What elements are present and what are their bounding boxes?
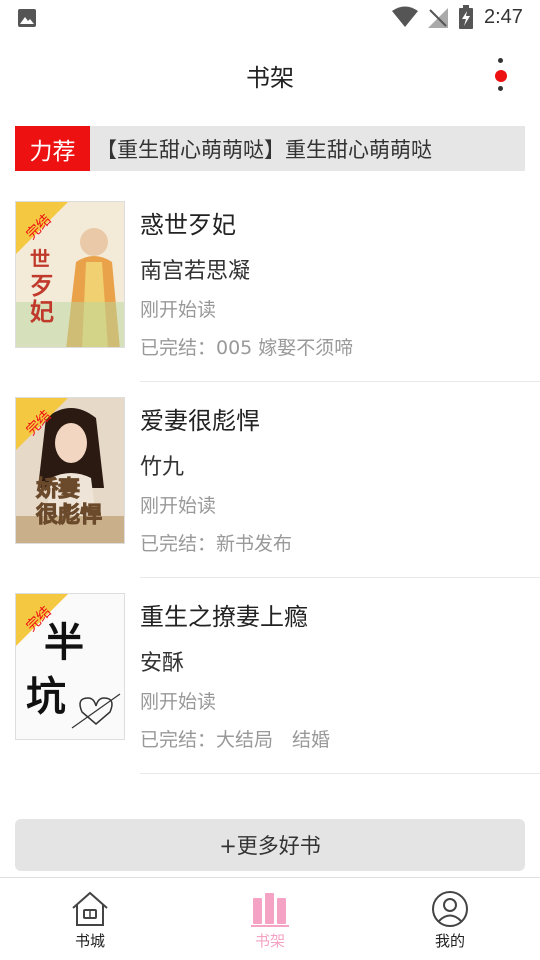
nav-label: 书架 xyxy=(254,932,285,950)
book-status: 已完结：005 嫁娶不须啼 xyxy=(140,337,354,359)
book-cover[interactable]: 完结 世 歹 妃 xyxy=(15,201,125,348)
notification-dot xyxy=(495,70,507,82)
book-status: 已完结：大结局 结婚 xyxy=(140,729,331,751)
book-item[interactable]: 完结 世 歹 妃 惑世歹妃 南宫若思凝 刚开始读 已完结：005 嫁娶不须啼 xyxy=(0,201,540,397)
divider xyxy=(140,773,540,774)
recommend-banner[interactable]: 力荐 【重生甜心萌萌哒】重生甜心萌萌哒 xyxy=(15,126,525,171)
svg-text:妃: 妃 xyxy=(30,298,54,326)
book-item[interactable]: 完结 娇妻 很彪悍 爱妻很彪悍 竹九 刚开始读 已完结：新书发布 xyxy=(0,397,540,593)
svg-text:世: 世 xyxy=(30,247,50,271)
svg-text:歹: 歹 xyxy=(30,272,54,300)
nav-label: 我的 xyxy=(434,932,465,950)
book-cover[interactable]: 完结 娇妻 很彪悍 xyxy=(15,397,125,544)
menu-dot xyxy=(498,86,503,91)
more-menu-button[interactable] xyxy=(488,56,514,92)
book-title: 惑世歹妃 xyxy=(140,211,236,239)
book-cover-image: 完结 半 坑 xyxy=(16,594,124,739)
bookshelf-icon xyxy=(251,893,289,927)
book-title: 重生之撩妻上瘾 xyxy=(140,603,308,631)
recommend-tag: 力荐 xyxy=(15,126,90,171)
nav-item-profile[interactable]: 我的 xyxy=(360,878,540,960)
svg-text:半: 半 xyxy=(44,620,84,666)
book-cover-image: 完结 娇妻 很彪悍 xyxy=(16,398,124,543)
nav-label: 书城 xyxy=(74,932,105,950)
status-bar: 2:47 xyxy=(0,0,540,36)
menu-dot xyxy=(498,58,503,63)
book-item[interactable]: 完结 半 坑 重生之撩妻上瘾 安酥 刚开始读 已完结：大结局 结婚 xyxy=(0,593,540,789)
book-author: 南宫若思凝 xyxy=(140,259,251,284)
svg-text:坑: 坑 xyxy=(26,674,66,720)
book-cover[interactable]: 完结 半 坑 xyxy=(15,593,125,740)
svg-text:很彪悍: 很彪悍 xyxy=(36,503,102,528)
book-author: 安酥 xyxy=(140,651,185,676)
svg-text:娇妻: 娇妻 xyxy=(36,476,80,502)
book-progress: 刚开始读 xyxy=(140,495,217,517)
book-title: 爱妻很彪悍 xyxy=(140,407,260,435)
bottom-nav: 书城 书架 我的 xyxy=(0,877,540,960)
page-title: 书架 xyxy=(246,64,294,92)
book-cover-image: 完结 世 歹 妃 xyxy=(16,202,124,347)
more-books-button[interactable]: +更多好书 xyxy=(15,819,525,871)
nav-item-bookstore[interactable]: 书城 xyxy=(0,878,180,960)
nav-item-bookshelf[interactable]: 书架 xyxy=(180,878,360,960)
no-signal-icon xyxy=(428,8,448,28)
status-time: 2:47 xyxy=(484,6,523,28)
profile-icon xyxy=(432,891,468,927)
image-notification-icon xyxy=(18,9,36,27)
book-author: 竹九 xyxy=(140,455,185,480)
battery-charging-icon xyxy=(459,5,473,29)
divider xyxy=(140,577,540,578)
divider xyxy=(140,381,540,382)
book-progress: 刚开始读 xyxy=(140,299,217,321)
wifi-icon xyxy=(392,6,418,27)
app-header: 书架 xyxy=(0,44,540,104)
book-status: 已完结：新书发布 xyxy=(140,533,293,555)
book-progress: 刚开始读 xyxy=(140,691,217,713)
home-icon xyxy=(72,891,108,926)
recommend-text: 【重生甜心萌萌哒】重生甜心萌萌哒 xyxy=(96,137,432,162)
